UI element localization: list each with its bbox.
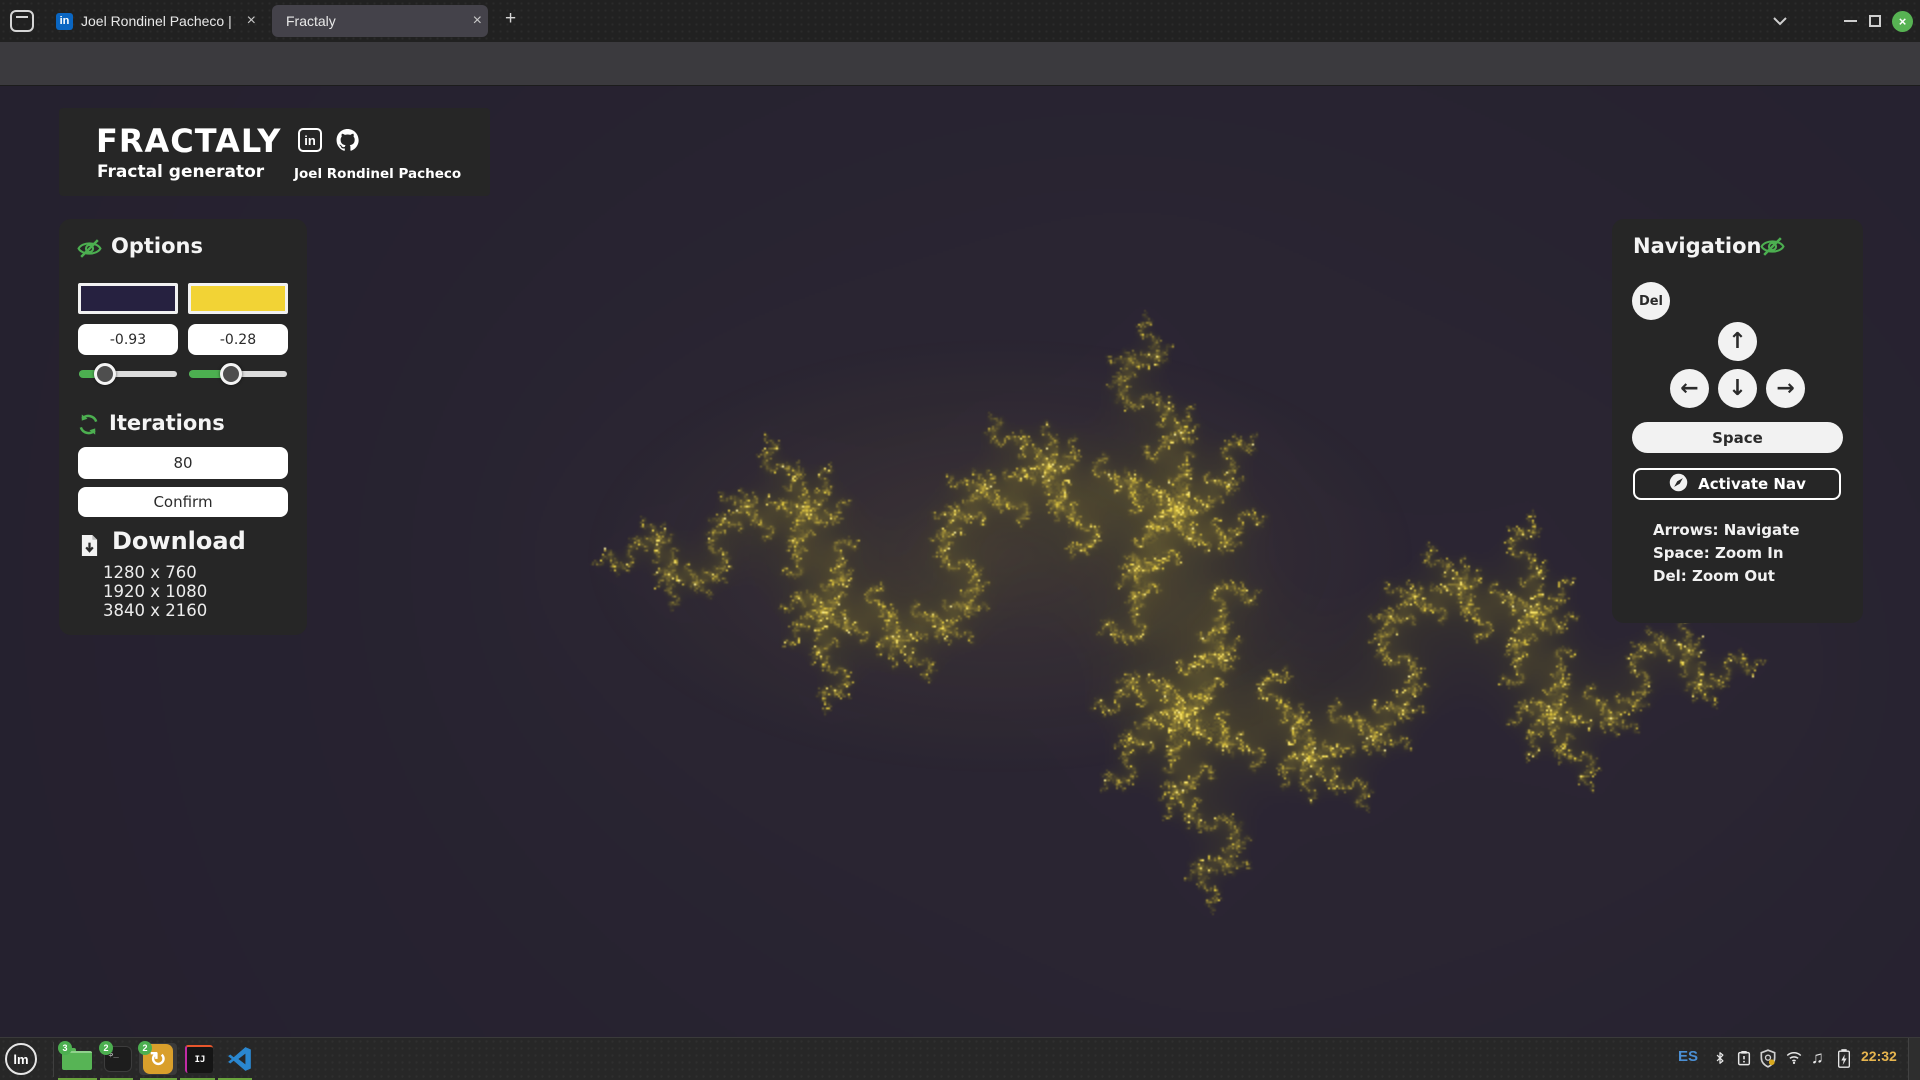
new-tab-button[interactable]: + [505, 9, 516, 28]
maximize-button[interactable] [1869, 15, 1881, 27]
bluetooth-icon[interactable] [1713, 1048, 1727, 1068]
nav-left-button[interactable]: ← [1670, 369, 1709, 408]
clock[interactable]: 22:32 [1861, 1048, 1897, 1064]
color-swatch-fractal[interactable] [188, 283, 288, 314]
help-del: Del: Zoom Out [1653, 565, 1775, 588]
options-heading: Options [111, 234, 203, 258]
minimize-button[interactable] [1844, 20, 1857, 22]
options-panel: Options -0.93 -0.28 Iterations 80 Confir… [59, 219, 307, 635]
download-heading: Download [112, 527, 246, 555]
battery-icon[interactable] [1836, 1048, 1852, 1069]
iterations-input[interactable]: 80 [78, 447, 288, 479]
author-name: Joel Rondinel Pacheco [294, 166, 461, 182]
confirm-button[interactable]: Confirm [78, 487, 288, 517]
download-size-1920[interactable]: 1920 x 1080 [103, 582, 207, 601]
color-swatch-background[interactable] [78, 283, 178, 314]
c-imag-slider[interactable] [189, 368, 287, 380]
taskbar-separator [53, 1042, 54, 1077]
zoom-in-space-button[interactable]: Space [1632, 422, 1843, 453]
site-subtitle: Fractal generator [97, 162, 264, 182]
mint-menu-button[interactable]: lm [5, 1043, 37, 1075]
close-window-button[interactable]: × [1892, 11, 1913, 32]
music-note-icon[interactable]: ♫ [1811, 1048, 1824, 1068]
firewall-shield-icon[interactable] [1758, 1048, 1778, 1069]
clipboard-icon[interactable] [1736, 1048, 1752, 1068]
navigation-heading: Navigation [1633, 234, 1761, 258]
wifi-icon[interactable] [1784, 1048, 1804, 1066]
nav-down-button[interactable]: ↓ [1718, 369, 1757, 408]
navigation-panel: Navigation Del ↑ ← ↓ → Space Activate Na… [1612, 219, 1863, 623]
c-real-input[interactable]: -0.93 [78, 324, 178, 355]
intellij-app-icon[interactable]: IJ [182, 1043, 216, 1075]
iterations-refresh-icon [77, 413, 100, 441]
compass-icon [1668, 472, 1689, 497]
download-size-1280[interactable]: 1280 x 760 [103, 563, 197, 582]
site-title: FRACTALY [96, 122, 281, 160]
iterations-heading: Iterations [109, 411, 225, 435]
files-badge: 3 [58, 1041, 72, 1055]
nav-right-button[interactable]: → [1766, 369, 1805, 408]
tab-title: Joel Rondinel Pacheco | Lin [81, 13, 231, 29]
linkedin-favicon: in [56, 13, 73, 30]
browser-toolbar: ← → ↻ https://joelrondinelpacheco.github… [0, 42, 1920, 86]
zoom-out-del-button[interactable]: Del [1632, 282, 1670, 320]
c-real-slider[interactable] [79, 368, 177, 380]
hide-navigation-eye-slash-icon[interactable] [1760, 234, 1785, 264]
close-tab-icon[interactable]: × [241, 12, 262, 30]
keyboard-layout-indicator[interactable]: ES [1678, 1048, 1698, 1065]
download-file-icon [80, 533, 99, 563]
vscode-app-icon[interactable] [223, 1043, 257, 1075]
tab-linkedin[interactable]: in Joel Rondinel Pacheco | Lin × [46, 5, 262, 37]
activate-nav-label: Activate Nav [1698, 475, 1806, 493]
fractal-page: FRACTALY Fractal generator in Joel Rondi… [0, 86, 1920, 1037]
help-space: Space: Zoom In [1653, 542, 1784, 565]
hide-options-eye-slash-icon[interactable] [77, 236, 102, 266]
activate-nav-button[interactable]: Activate Nav [1633, 468, 1841, 500]
list-tabs-chevron-icon[interactable] [1771, 14, 1789, 32]
c-imag-input[interactable]: -0.28 [188, 324, 288, 355]
taskbar: lm 3 $_ 2 ↻ 2 IJ ES [0, 1037, 1920, 1080]
close-tab-icon[interactable]: × [467, 12, 488, 30]
github-icon[interactable] [335, 128, 360, 153]
site-header: FRACTALY Fractal generator in Joel Rondi… [59, 108, 490, 196]
nav-up-button[interactable]: ↑ [1718, 322, 1757, 361]
firefox-view-icon[interactable] [10, 10, 34, 37]
browser-badge: 2 [138, 1041, 152, 1055]
show-desktop-button[interactable] [1908, 1038, 1920, 1080]
download-size-3840[interactable]: 3840 x 2160 [103, 601, 207, 620]
browser-tab-bar: in Joel Rondinel Pacheco | Lin × Fractal… [0, 0, 1920, 42]
linkedin-icon[interactable]: in [298, 128, 323, 153]
slider-thumb[interactable] [220, 363, 242, 385]
tab-title: Fractaly [286, 13, 336, 29]
slider-thumb[interactable] [94, 363, 116, 385]
terminal-badge: 2 [99, 1041, 113, 1055]
tab-fractaly[interactable]: Fractaly × [272, 5, 488, 37]
help-arrows: Arrows: Navigate [1653, 519, 1800, 542]
